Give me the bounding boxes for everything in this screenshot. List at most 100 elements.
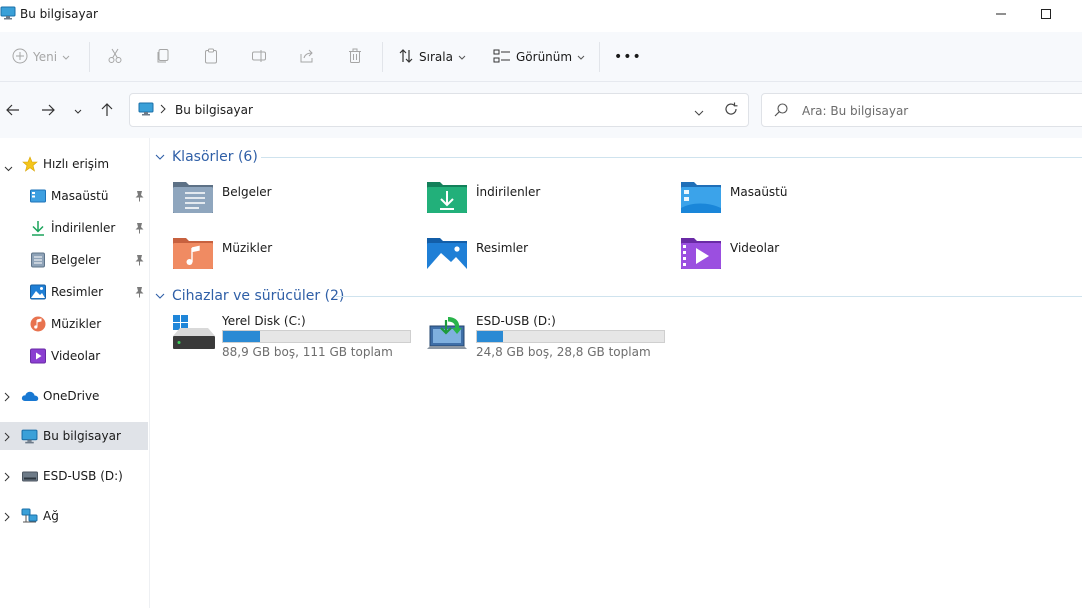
- address-history-dropdown[interactable]: [694, 106, 704, 120]
- content-area: Klasörler (6) Belgeler İndirilenler Masa…: [150, 138, 1082, 608]
- rename-icon: [251, 48, 267, 67]
- copy-button[interactable]: [155, 46, 171, 68]
- drive-esd-usb-d[interactable]: ESD-USB (D:) 24,8 GB boş, 28,8 GB toplam: [426, 314, 676, 364]
- pictures-icon: [30, 284, 46, 303]
- chevron-down-icon[interactable]: [4, 161, 13, 175]
- chevron-right-icon[interactable]: [4, 511, 10, 525]
- navigation-pane: Hızlı erişim Masaüstü İndirilenler Belge…: [0, 138, 150, 608]
- sidebar-label: Bu bilgisayar: [43, 429, 121, 443]
- sidebar-label: OneDrive: [43, 389, 100, 403]
- delete-button[interactable]: [347, 46, 363, 68]
- monitor-icon: [21, 429, 38, 447]
- address-row: Bu bilgisayar Ara: Bu bilgisayar: [0, 82, 1082, 138]
- chevron-right-icon[interactable]: [4, 431, 10, 445]
- chevron-down-icon: [155, 149, 165, 165]
- drive-name: Yerel Disk (C:): [222, 314, 306, 328]
- download-arrow-icon: [31, 220, 45, 239]
- clipboard-icon: [203, 48, 219, 67]
- forward-button[interactable]: [38, 101, 58, 121]
- toolbar-separator: [382, 42, 383, 72]
- sidebar-item-videos[interactable]: Videolar: [0, 342, 148, 370]
- trash-icon: [347, 48, 363, 67]
- rename-button[interactable]: [251, 46, 267, 68]
- sidebar-label: Videolar: [51, 349, 101, 363]
- sidebar-label: İndirilenler: [51, 221, 116, 235]
- group-divider: [336, 296, 1082, 297]
- window-title: Bu bilgisayar: [20, 7, 98, 21]
- new-label: Yeni: [33, 50, 58, 64]
- documents-folder-icon: [172, 178, 214, 217]
- folder-videos[interactable]: Videolar: [680, 234, 920, 278]
- refresh-icon[interactable]: [724, 102, 738, 119]
- pin-icon[interactable]: [134, 222, 145, 237]
- view-label: Görünüm: [516, 50, 573, 64]
- sidebar-label: Müzikler: [51, 317, 102, 331]
- sidebar-label: Resimler: [51, 285, 104, 299]
- new-button[interactable]: Yeni: [12, 46, 70, 68]
- pin-icon[interactable]: [134, 190, 145, 205]
- sidebar-item-downloads[interactable]: İndirilenler: [0, 214, 148, 242]
- back-button[interactable]: [3, 101, 23, 121]
- sort-label: Sırala: [419, 50, 453, 64]
- view-list-icon: [493, 48, 511, 67]
- copy-icon: [155, 48, 171, 67]
- share-button[interactable]: [299, 46, 315, 68]
- sidebar-label: Belgeler: [51, 253, 101, 267]
- sidebar-item-onedrive[interactable]: OneDrive: [0, 382, 148, 410]
- maximize-button[interactable]: [1035, 4, 1057, 24]
- video-icon: [30, 348, 46, 367]
- search-placeholder: Ara: Bu bilgisayar: [802, 104, 909, 118]
- folder-name: İndirilenler: [476, 185, 541, 199]
- address-bar[interactable]: Bu bilgisayar: [129, 93, 749, 127]
- sort-button[interactable]: Sırala: [398, 46, 466, 68]
- address-segment[interactable]: Bu bilgisayar: [175, 103, 253, 117]
- folder-name: Belgeler: [222, 185, 272, 199]
- pin-icon[interactable]: [134, 254, 145, 269]
- arrow-left-icon: [6, 103, 20, 120]
- chevron-right-icon[interactable]: [4, 471, 10, 485]
- view-button[interactable]: Görünüm: [493, 46, 585, 68]
- arrow-up-icon: [100, 102, 114, 120]
- paste-button[interactable]: [203, 46, 219, 68]
- drive-local-disk-c[interactable]: Yerel Disk (C:) 88,9 GB boş, 111 GB topl…: [172, 314, 422, 364]
- cut-button[interactable]: [107, 46, 123, 68]
- drive-space-info: 88,9 GB boş, 111 GB toplam: [222, 345, 393, 359]
- folder-music[interactable]: Müzikler: [172, 234, 412, 278]
- arrow-right-icon: [41, 103, 55, 120]
- sidebar-item-quick-access[interactable]: Hızlı erişim: [0, 150, 148, 178]
- sidebar-item-usb-drive[interactable]: ESD-USB (D:): [0, 462, 148, 490]
- chevron-right-icon: [160, 103, 166, 117]
- desktop-folder-icon: [680, 178, 722, 217]
- minimize-button[interactable]: [990, 4, 1012, 24]
- sidebar-item-desktop[interactable]: Masaüstü: [0, 182, 148, 210]
- folder-desktop[interactable]: Masaüstü: [680, 178, 920, 222]
- star-icon: [22, 156, 38, 175]
- sidebar-item-pictures[interactable]: Resimler: [0, 278, 148, 306]
- drive-name: ESD-USB (D:): [476, 314, 556, 328]
- drive-usage-fill: [223, 331, 261, 342]
- sidebar-item-documents[interactable]: Belgeler: [0, 246, 148, 274]
- chevron-down-icon: [74, 104, 82, 118]
- sidebar-label: Hızlı erişim: [43, 157, 110, 171]
- share-icon: [299, 48, 315, 67]
- network-icon: [21, 508, 38, 527]
- cloud-icon: [21, 390, 39, 405]
- scissors-icon: [107, 48, 123, 67]
- more-options-button[interactable]: •••: [614, 46, 642, 68]
- music-folder-icon: [172, 234, 214, 273]
- desktop-icon: [30, 189, 46, 206]
- pin-icon[interactable]: [134, 286, 145, 301]
- folder-downloads[interactable]: İndirilenler: [426, 178, 666, 222]
- sidebar-item-music[interactable]: Müzikler: [0, 310, 148, 338]
- sidebar-label: Masaüstü: [51, 189, 109, 203]
- pictures-folder-icon: [426, 234, 468, 273]
- up-button[interactable]: [97, 101, 117, 121]
- search-input[interactable]: Ara: Bu bilgisayar: [761, 93, 1082, 127]
- folder-documents[interactable]: Belgeler: [172, 178, 412, 222]
- folder-pictures[interactable]: Resimler: [426, 234, 666, 278]
- videos-folder-icon: [680, 234, 722, 273]
- sidebar-item-this-pc[interactable]: Bu bilgisayar: [0, 422, 148, 450]
- sidebar-item-network[interactable]: Ağ: [0, 502, 148, 530]
- chevron-right-icon[interactable]: [4, 391, 10, 405]
- recent-locations-button[interactable]: [68, 101, 88, 121]
